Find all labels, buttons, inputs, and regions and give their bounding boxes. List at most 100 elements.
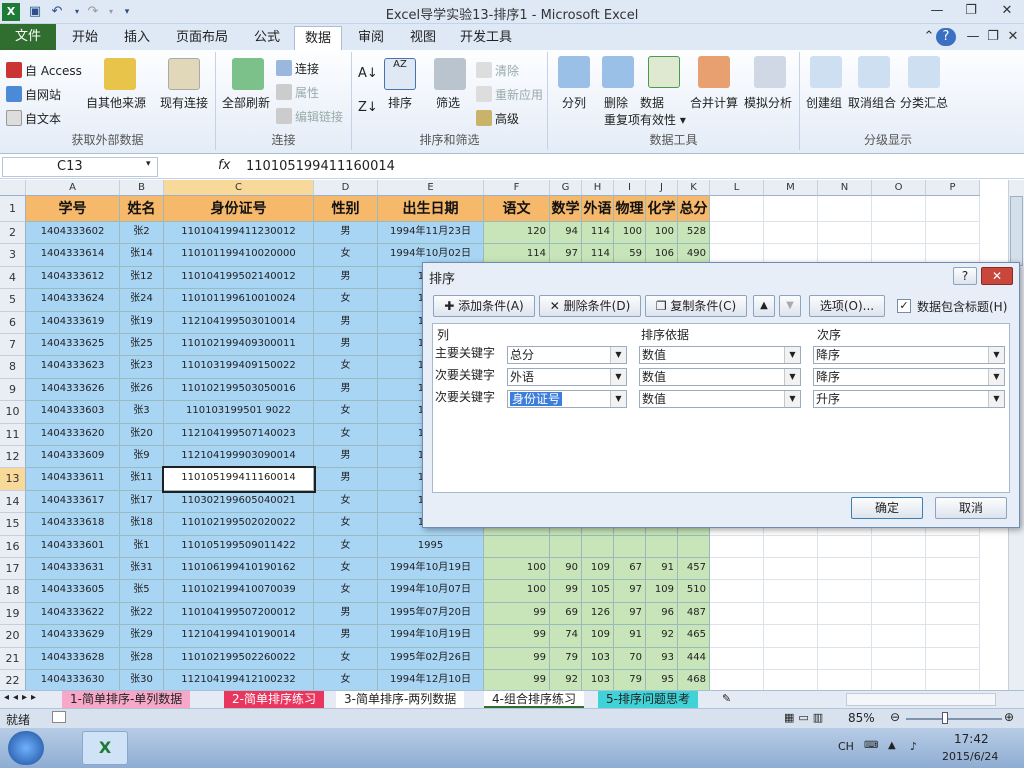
table-cell[interactable]: 468 [678, 670, 710, 690]
empty-cell[interactable] [818, 580, 872, 603]
sheet-nav-icon[interactable]: ◂◂▸▸ [4, 692, 40, 703]
table-cell[interactable]: 110103199409150022 [164, 356, 314, 379]
dialog-close-icon[interactable]: ✕ [981, 267, 1013, 285]
table-cell[interactable]: 1404333617 [26, 490, 120, 514]
edit-links-button[interactable]: 编辑链接 [276, 108, 343, 125]
table-cell[interactable]: 1404333605 [26, 580, 120, 603]
table-cell[interactable]: 1404333624 [26, 289, 120, 312]
table-cell[interactable]: 109 [646, 580, 678, 603]
column-header-o[interactable]: O [872, 180, 926, 196]
table-cell[interactable]: 92 [646, 625, 678, 648]
column-header-k[interactable]: K [678, 180, 710, 196]
table-cell[interactable]: 张26 [120, 378, 164, 402]
table-cell[interactable]: 94 [550, 222, 582, 245]
sort-asc-icon[interactable]: A↓ [358, 66, 378, 81]
table-cell[interactable]: 1404333602 [26, 222, 120, 245]
table-cell[interactable]: 1404333603 [26, 401, 120, 424]
has-header-checkbox[interactable]: ✓ [897, 299, 911, 313]
table-cell[interactable]: 女 [314, 423, 378, 446]
table-cell[interactable]: 张31 [120, 558, 164, 581]
tab-developer[interactable]: 开发工具 [450, 26, 522, 50]
table-cell[interactable]: 张30 [120, 670, 164, 690]
table-cell[interactable]: 99 [484, 647, 550, 670]
table-cell[interactable]: 528 [678, 222, 710, 245]
column-header-h[interactable]: H [582, 180, 614, 196]
table-cell[interactable]: 张18 [120, 513, 164, 536]
header-cell[interactable]: 姓名 [120, 196, 164, 222]
row-header[interactable]: 1 [0, 196, 26, 222]
table-cell[interactable]: 1404333614 [26, 244, 120, 267]
table-cell[interactable]: 男 [314, 446, 378, 469]
table-cell[interactable]: 99 [550, 580, 582, 603]
table-cell[interactable]: 100 [646, 222, 678, 245]
table-cell[interactable]: 110104199411230012 [164, 222, 314, 245]
table-cell[interactable]: 张20 [120, 423, 164, 446]
table-cell[interactable]: 女 [314, 244, 378, 267]
empty-cell[interactable] [926, 647, 980, 670]
sheet-tab[interactable]: 3-简单排序-两列数据 [336, 691, 465, 708]
tab-page-layout[interactable]: 页面布局 [166, 26, 238, 50]
table-cell[interactable]: 1994年10月07日 [378, 580, 484, 603]
table-cell[interactable]: 110105199509011422 [164, 535, 314, 558]
empty-cell[interactable] [872, 670, 926, 690]
empty-cell[interactable] [818, 670, 872, 690]
table-cell[interactable]: 男 [314, 266, 378, 290]
table-cell[interactable]: 张12 [120, 266, 164, 290]
table-cell[interactable]: 97 [614, 602, 646, 626]
row-header[interactable]: 11 [0, 423, 26, 446]
empty-cell[interactable] [710, 647, 764, 670]
table-cell[interactable]: 110102199502020022 [164, 513, 314, 536]
tab-data[interactable]: 数据 [294, 26, 343, 50]
table-cell[interactable]: 95 [646, 670, 678, 690]
table-cell[interactable]: 110104199507200012 [164, 602, 314, 626]
table-cell[interactable]: 女 [314, 535, 378, 558]
zoom-out-icon[interactable]: ⊖ [890, 710, 900, 724]
sort-order-select[interactable]: 降序 ▼ [813, 346, 1005, 364]
table-cell[interactable]: 99 [484, 602, 550, 626]
table-cell[interactable]: 90 [550, 558, 582, 581]
column-header-e[interactable]: E [378, 180, 484, 196]
excel-taskbar-icon[interactable]: X [82, 731, 128, 765]
table-cell[interactable]: 110103199501 9022 [164, 401, 314, 424]
sort-on-select[interactable]: 数值 ▼ [639, 346, 801, 364]
column-header-m[interactable]: M [764, 180, 818, 196]
table-cell[interactable]: 1404333618 [26, 513, 120, 536]
tab-view[interactable]: 视图 [400, 26, 446, 50]
table-cell[interactable]: 69 [550, 602, 582, 626]
table-cell[interactable]: 1404333611 [26, 468, 120, 491]
empty-cell[interactable] [764, 580, 818, 603]
table-cell[interactable]: 男 [314, 311, 378, 334]
sort-on-select[interactable]: 数值 ▼ [639, 368, 801, 386]
table-cell[interactable]: 120 [484, 222, 550, 245]
table-cell[interactable]: 男 [314, 334, 378, 357]
tab-file[interactable]: 文件 [0, 24, 56, 50]
column-header-c[interactable]: C [164, 180, 314, 196]
table-cell[interactable]: 张19 [120, 311, 164, 334]
table-cell[interactable]: 110101199610010024 [164, 289, 314, 312]
table-cell[interactable]: 1404333612 [26, 266, 120, 290]
row-header[interactable]: 3 [0, 244, 26, 267]
table-cell[interactable]: 103 [582, 647, 614, 670]
subtotal-button[interactable]: 分类汇总 [900, 94, 948, 111]
row-header[interactable]: 6 [0, 311, 26, 334]
table-cell[interactable]: 男 [314, 222, 378, 245]
table-cell[interactable]: 1994年10月19日 [378, 625, 484, 648]
table-cell[interactable] [484, 535, 550, 558]
row-header[interactable]: 17 [0, 558, 26, 581]
table-cell[interactable]: 张24 [120, 289, 164, 312]
sort-column-select[interactable]: 总分 ▼ [507, 346, 627, 364]
table-cell[interactable]: 110102199503050016 [164, 378, 314, 402]
header-cell[interactable]: 出生日期 [378, 196, 484, 222]
empty-cell[interactable] [872, 625, 926, 648]
refresh-all-button[interactable]: 全部刷新 [222, 94, 270, 111]
header-cell[interactable]: 化学 [646, 196, 678, 222]
table-cell[interactable]: 张29 [120, 625, 164, 648]
table-cell[interactable]: 张2 [120, 222, 164, 245]
table-cell[interactable]: 张1 [120, 535, 164, 558]
empty-cell[interactable] [926, 625, 980, 648]
table-cell[interactable]: 1404333628 [26, 647, 120, 670]
table-cell[interactable]: 1994年11月23日 [378, 222, 484, 245]
move-down-button[interactable]: ▼ [779, 295, 801, 317]
table-cell[interactable]: 1404333625 [26, 334, 120, 357]
start-button-icon[interactable] [8, 731, 44, 765]
